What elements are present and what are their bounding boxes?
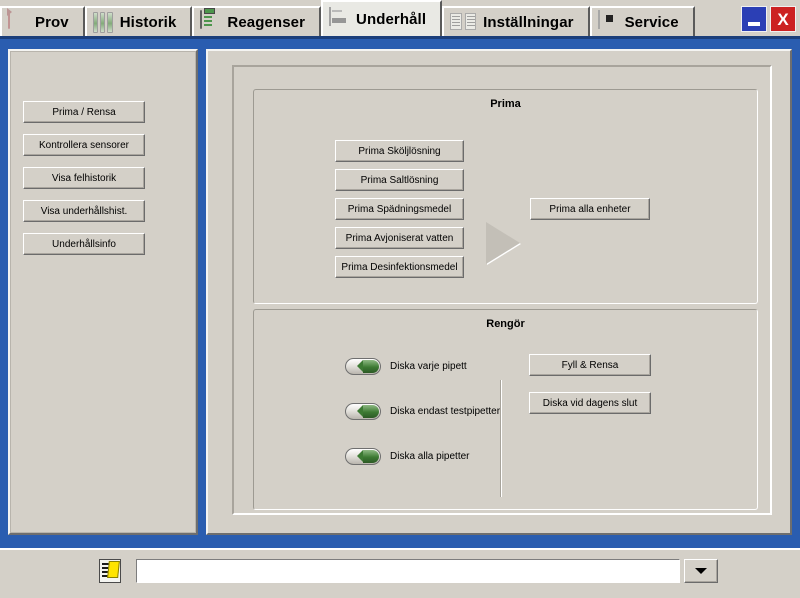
sidebar-item-underhallsinfo[interactable]: Underhållsinfo bbox=[23, 233, 145, 255]
client-area: Prima / Rensa Kontrollera sensorer Visa … bbox=[0, 36, 800, 548]
status-message-field[interactable] bbox=[136, 559, 680, 583]
clipboard-icon bbox=[200, 10, 220, 33]
toggle-label: Diska alla pipetter bbox=[390, 451, 470, 462]
arrow-right-icon bbox=[486, 222, 520, 264]
status-dropdown-button[interactable] bbox=[684, 559, 718, 583]
toggle-row-diska-endast-testpipetter: Diska endast testpipetter bbox=[345, 403, 500, 420]
prima-group: Prima bbox=[253, 89, 758, 304]
application-window: Prov Historik Reagenser Underhåll Instäl bbox=[0, 0, 800, 598]
prima-desinfektionsmedel-button[interactable]: Prima Desinfektionsmedel bbox=[335, 256, 464, 278]
note-list-icon[interactable] bbox=[99, 559, 121, 583]
toggle-diska-alla-pipetter[interactable] bbox=[345, 448, 381, 465]
tab-underhall[interactable]: Underhåll bbox=[321, 0, 443, 36]
service-icon bbox=[597, 10, 618, 33]
toggle-row-diska-varje-pipett: Diska varje pipett bbox=[345, 358, 467, 375]
tab-label: Underhåll bbox=[356, 10, 427, 28]
toggle-diska-endast-testpipetter[interactable] bbox=[345, 403, 381, 420]
settings-list-icon bbox=[450, 13, 477, 35]
sidebar-inner-frame: Prima / Rensa Kontrollera sensorer Visa … bbox=[10, 51, 196, 533]
sidebar-item-visa-felhistorik[interactable]: Visa felhistorik bbox=[23, 167, 145, 189]
rengor-group-title: Rengör bbox=[486, 318, 525, 330]
prima-avjoniserat-vatten-button[interactable]: Prima Avjoniserat vatten bbox=[335, 227, 464, 249]
close-button[interactable]: X bbox=[770, 6, 796, 32]
diska-vid-dagens-slut-button[interactable]: Diska vid dagens slut bbox=[529, 392, 651, 414]
toggle-row-diska-alla-pipetter: Diska alla pipetter bbox=[345, 448, 469, 465]
minimize-button[interactable] bbox=[741, 6, 767, 32]
rengor-divider bbox=[500, 380, 502, 497]
tab-bar: Prov Historik Reagenser Underhåll Instäl bbox=[0, 0, 800, 36]
window-controls: X bbox=[741, 6, 800, 36]
prima-alla-enheter-button[interactable]: Prima alla enheter bbox=[530, 198, 650, 220]
prima-saltlosning-button[interactable]: Prima Saltlösning bbox=[335, 169, 464, 191]
prima-spadningsmedel-button[interactable]: Prima Spädningsmedel bbox=[335, 198, 464, 220]
toggle-label: Diska varje pipett bbox=[390, 361, 467, 372]
toggle-diska-varje-pipett[interactable] bbox=[345, 358, 381, 375]
sidebar-panel: Prima / Rensa Kontrollera sensorer Visa … bbox=[8, 49, 198, 535]
prima-skoljlosning-button[interactable]: Prima Sköljlösning bbox=[335, 140, 464, 162]
prima-group-title: Prima bbox=[490, 98, 521, 110]
tab-historik[interactable]: Historik bbox=[84, 6, 193, 36]
tab-reagenser[interactable]: Reagenser bbox=[192, 6, 322, 36]
sample-tube-icon bbox=[8, 10, 28, 33]
toggle-label: Diska endast testpipetter bbox=[390, 406, 501, 417]
tab-label: Historik bbox=[119, 13, 177, 31]
test-tubes-icon bbox=[92, 11, 113, 33]
sidebar-item-prima-rensa[interactable]: Prima / Rensa bbox=[23, 101, 145, 123]
sidebar-item-visa-underhallshist[interactable]: Visa underhållshist. bbox=[23, 200, 145, 222]
tab-service[interactable]: Service bbox=[589, 6, 695, 36]
chevron-down-icon bbox=[695, 568, 707, 574]
sidebar-item-kontrollera-sensorer[interactable]: Kontrollera sensorer bbox=[23, 134, 145, 156]
fyll-och-rensa-button[interactable]: Fyll & Rensa bbox=[529, 354, 651, 376]
tab-label: Service bbox=[624, 13, 679, 31]
tab-label: Reagenser bbox=[227, 13, 306, 31]
tab-installningar[interactable]: Inställningar bbox=[442, 6, 590, 36]
maintenance-icon bbox=[329, 7, 349, 30]
tab-prov[interactable]: Prov bbox=[0, 6, 85, 36]
rengor-group: Rengör bbox=[253, 309, 758, 510]
tab-label: Prov bbox=[35, 13, 69, 31]
minimize-icon bbox=[748, 21, 760, 26]
tab-label: Inställningar bbox=[483, 13, 574, 31]
